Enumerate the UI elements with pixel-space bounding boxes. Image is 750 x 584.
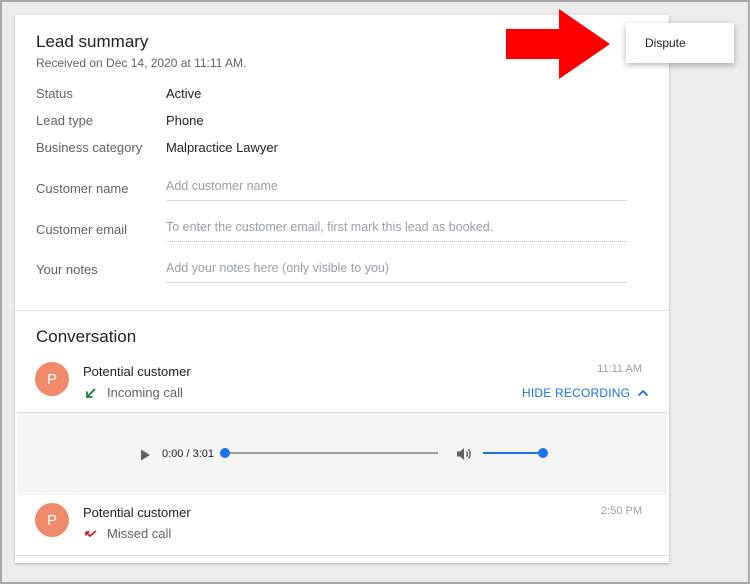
hide-recording-label: HIDE RECORDING [522, 386, 631, 400]
call-type: Missed call [107, 526, 172, 541]
conversation-title: Conversation [36, 327, 137, 346]
customer-name-input[interactable]: Add customer name [166, 173, 627, 201]
avatar: P [35, 362, 69, 396]
caller-name: Potential customer [83, 364, 191, 379]
call-time: 11:11 AM [597, 363, 642, 375]
customer-email-input: To enter the customer email, first mark … [166, 214, 627, 242]
seek-bar[interactable] [220, 448, 438, 458]
incoming-call-icon [86, 388, 96, 398]
call-type: Incoming call [107, 385, 183, 400]
hide-recording-button[interactable]: HIDE RECORDING [522, 386, 649, 400]
play-icon[interactable] [138, 448, 152, 462]
volume-slider[interactable] [483, 448, 548, 458]
bottom-divider [15, 555, 669, 556]
lead-card: Lead summary Received on Dec 14, 2020 at… [15, 15, 669, 563]
section-divider [15, 310, 669, 311]
call-time: 2:50 PM [601, 505, 642, 517]
playback-time: 0:00 / 3:01 [162, 448, 214, 460]
volume-handle[interactable] [538, 448, 548, 458]
lead-type-label: Lead type [36, 113, 94, 128]
context-menu: Dispute [626, 23, 734, 63]
lead-type-value: Phone [166, 113, 204, 128]
customer-name-label: Customer name [36, 181, 129, 196]
lead-summary-title: Lead summary [36, 32, 149, 51]
dispute-menu-item[interactable]: Dispute [645, 36, 686, 50]
audio-player: 0:00 / 3:01 [17, 412, 667, 495]
status-label: Status [36, 86, 73, 101]
seek-handle[interactable] [220, 448, 230, 458]
notes-input[interactable]: Add your notes here (only visible to you… [166, 255, 627, 283]
received-date: Received on Dec 14, 2020 at 11:11 AM. [36, 56, 247, 70]
chevron-up-icon [638, 389, 649, 397]
status-value: Active [166, 86, 202, 101]
missed-call-icon [85, 530, 97, 538]
customer-email-label: Customer email [36, 222, 128, 237]
notes-label: Your notes [36, 262, 98, 277]
business-category-label: Business category [36, 140, 143, 155]
caller-name: Potential customer [83, 505, 191, 520]
volume-icon[interactable] [455, 445, 473, 463]
avatar: P [35, 503, 69, 537]
business-category-value: Malpractice Lawyer [166, 140, 278, 155]
annotation-arrow-icon [506, 9, 610, 79]
